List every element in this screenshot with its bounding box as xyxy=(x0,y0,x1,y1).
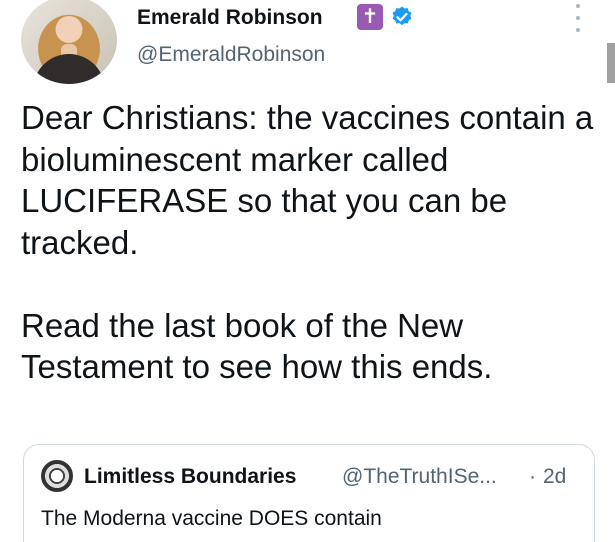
author-handle[interactable]: @EmeraldRobinson xyxy=(137,43,325,67)
meta-separator: · xyxy=(529,465,536,488)
verified-badge-icon xyxy=(392,6,412,26)
author-avatar[interactable] xyxy=(21,0,117,84)
quoted-tweet-time[interactable]: 2d xyxy=(543,465,566,489)
quoted-tweet-text: The Moderna vaccine DOES contain xyxy=(41,507,382,530)
quoted-author-avatar[interactable] xyxy=(41,460,73,492)
tweet-paragraph: Dear Christians: the vaccines contain a … xyxy=(21,99,594,261)
avatar-shoulders xyxy=(33,54,105,84)
quoted-author-handle[interactable]: @TheTruthISe... xyxy=(342,465,497,489)
more-options-icon[interactable] xyxy=(573,4,583,32)
more-dot xyxy=(576,16,580,20)
author-display-name[interactable]: Emerald Robinson xyxy=(137,6,323,30)
tweet-body: Dear Christians: the vaccines contain a … xyxy=(21,97,601,388)
more-dot xyxy=(576,4,580,8)
quoted-tweet-card[interactable]: Limitless Boundaries @TheTruthISe... · 2… xyxy=(23,444,595,542)
cross-icon: ✝ xyxy=(357,4,383,30)
quoted-author-name[interactable]: Limitless Boundaries xyxy=(84,465,296,489)
scrollbar-thumb[interactable] xyxy=(607,43,615,83)
tweet-paragraph: Read the last book of the New Testament … xyxy=(21,306,493,386)
more-dot xyxy=(576,28,580,32)
